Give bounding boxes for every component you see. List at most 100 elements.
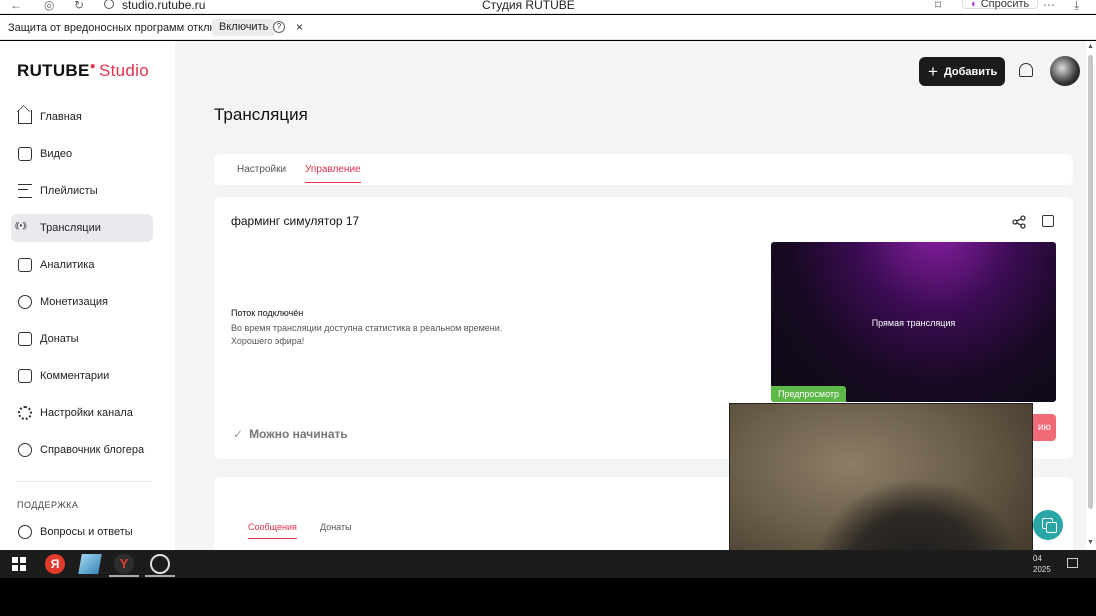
ready-status-label: Можно начинать (249, 427, 348, 441)
sidebar-item-label: Плейлисты (40, 185, 98, 197)
support-chat-button[interactable] (1033, 510, 1063, 540)
ask-button[interactable]: ◐ Спросить (962, 0, 1039, 10)
sidebar-item-label: Трансляции (40, 222, 101, 234)
help-icon[interactable]: ? (273, 21, 285, 33)
add-button-label: Добавить (943, 65, 998, 78)
notes-app-icon[interactable] (78, 554, 102, 574)
sidebar-item-faq[interactable]: Вопросы и ответы (18, 525, 133, 539)
stream-title: фарминг симулятор 17 (231, 214, 360, 228)
yandex-browser-icon[interactable] (114, 554, 134, 574)
avatar[interactable] (1050, 56, 1080, 86)
stream-preview[interactable]: Прямая трансляция Предпросмотр (771, 242, 1056, 402)
sidebar-item-playlists[interactable]: Плейлисты (11, 177, 153, 205)
sidebar-item-blogger-guide[interactable]: Справочник блогера (11, 436, 153, 464)
gift-icon (18, 332, 32, 346)
tabs-bar: Настройки Управление (214, 154, 1073, 185)
tray-date: 2025 (1033, 565, 1051, 574)
sidebar-item-label: Видео (40, 148, 73, 160)
sidebar-item-label: Аналитика (40, 259, 95, 271)
yandex-app-icon[interactable]: Я (45, 554, 65, 574)
status-desc-line: Во время трансляции доступна статистика … (231, 323, 503, 333)
tab-title: Студия RUTUBE (482, 0, 575, 12)
address-bar[interactable]: studio.rutube.ru (122, 0, 205, 12)
scroll-down-icon[interactable]: ▼ (1087, 539, 1094, 546)
preview-live-text: Прямая трансляция (871, 318, 956, 328)
plus-icon: + (928, 61, 938, 81)
scrollbar-thumb[interactable] (1088, 55, 1093, 509)
logo-brand: RUTUBE (17, 61, 90, 80)
page-scrollbar[interactable]: ▲ ▼ (1086, 41, 1096, 550)
notification-icon[interactable] (1067, 558, 1078, 568)
sidebar-item-label: Комментарии (40, 370, 110, 382)
sidebar-item-monetization[interactable]: Монетизация (11, 288, 153, 316)
tray-clock[interactable]: 04 2025 (1033, 553, 1051, 575)
sidebar: RUTUBE●Studio Главная Видео Плейлисты Тр… (0, 41, 175, 550)
sidebar-item-label: Монетизация (40, 296, 108, 308)
add-button[interactable]: + Добавить (919, 57, 1005, 86)
active-app-indicator (109, 575, 139, 577)
sidebar-divider (17, 481, 152, 482)
external-link-icon[interactable] (1042, 215, 1054, 227)
sidebar-item-label: Настройки канала (40, 407, 133, 419)
active-app-indicator (145, 575, 175, 577)
menu-icon[interactable]: ⋯ (1043, 0, 1055, 12)
back-icon[interactable]: ← (10, 0, 22, 12)
sidebar-item-comments[interactable]: Комментарии (11, 362, 153, 390)
ruble-icon (18, 295, 32, 309)
protection-message: Защита от вредоносных программ отключена (8, 22, 242, 34)
sidebar-item-label: Справочник блогера (40, 444, 145, 456)
home-icon (18, 110, 32, 124)
sidebar-item-channel-settings[interactable]: Настройки канала (11, 399, 153, 427)
status-desc-line: Хорошего эфира! (231, 336, 305, 346)
ask-label: Спросить (980, 0, 1030, 10)
rutube-studio-logo[interactable]: RUTUBE● Studio (17, 61, 149, 81)
playlist-icon (18, 184, 32, 198)
shield-icon[interactable]: ◎ (44, 0, 54, 12)
stream-status-description: Во время трансляции доступна статистика … (231, 322, 531, 348)
windows-start-icon[interactable] (9, 554, 29, 574)
obs-icon[interactable] (150, 554, 170, 574)
ai-icon: ◐ (971, 0, 978, 10)
lock-icon (104, 0, 114, 9)
logo-product: Studio (98, 61, 149, 80)
close-icon[interactable]: × (296, 20, 303, 34)
bell-icon[interactable] (1019, 63, 1033, 77)
protection-infobar: Защита от вредоносных программ отключена… (0, 15, 1096, 40)
broadcast-icon (15, 221, 32, 235)
ready-status: ✓ Можно начинать (233, 427, 348, 441)
sidebar-item-home[interactable]: Главная (11, 103, 153, 131)
sidebar-item-analytics[interactable]: Аналитика (11, 251, 153, 279)
bookmark-icon[interactable]: ⌑ (935, 0, 941, 12)
gear-icon (18, 406, 32, 420)
video-icon (18, 147, 32, 161)
comment-icon (18, 369, 32, 383)
sidebar-item-label: Донаты (40, 333, 79, 345)
tab-messages[interactable]: Сообщения (248, 522, 297, 539)
question-icon (18, 525, 32, 539)
scroll-up-icon[interactable]: ▲ (1087, 43, 1094, 50)
support-heading: ПОДДЕРЖКА (17, 500, 79, 510)
sidebar-item-broadcasts[interactable]: Трансляции (11, 214, 153, 242)
browser-toolbar: ← ◎ ↻ studio.rutube.ru Студия RUTUBE ⌑ ◐… (0, 0, 1096, 14)
enable-protection-button[interactable]: Включить (212, 19, 276, 36)
info-icon (18, 443, 32, 457)
tab-donations[interactable]: Донаты (320, 522, 352, 532)
stream-status-title: Поток подключён (231, 308, 304, 318)
taskbar: Я 04 2025 (0, 550, 1096, 578)
share-icon[interactable] (1012, 215, 1026, 229)
tab-settings[interactable]: Настройки (237, 164, 286, 175)
sidebar-item-label: Вопросы и ответы (40, 526, 133, 538)
analytics-icon (18, 258, 32, 272)
preview-badge: Предпросмотр (771, 386, 847, 402)
sidebar-item-video[interactable]: Видео (11, 140, 153, 168)
check-icon: ✓ (233, 427, 244, 441)
page-title: Трансляция (214, 105, 308, 124)
sidebar-nav: Главная Видео Плейлисты Трансляции Анали… (11, 103, 153, 473)
logo-dot: ● (89, 61, 96, 72)
reload-icon[interactable]: ↻ (74, 0, 84, 12)
tab-management[interactable]: Управление (305, 164, 361, 183)
sidebar-item-label: Главная (40, 111, 82, 123)
download-icon[interactable]: ⤓ (1074, 0, 1079, 13)
tray-time: 04 (1033, 554, 1042, 563)
sidebar-item-donations[interactable]: Донаты (11, 325, 153, 353)
